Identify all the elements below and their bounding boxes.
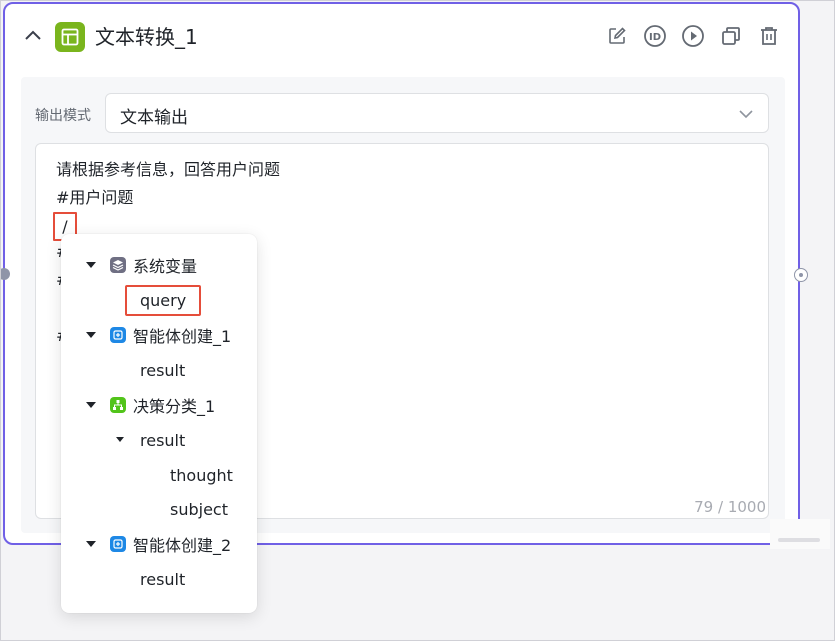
tree-label: query (140, 290, 187, 310)
id-icon[interactable]: ID (642, 23, 668, 49)
svg-text:ID: ID (649, 32, 661, 43)
node-header: 文本转换_1 ID (5, 4, 798, 72)
tree-item-result[interactable]: result (61, 564, 257, 594)
tree-label: result (140, 430, 186, 450)
tree-label: 决策分类_1 (133, 397, 216, 416)
agent-icon (110, 536, 126, 552)
caret-down-icon[interactable] (86, 541, 96, 547)
tree-item-subject[interactable]: subject (61, 494, 257, 524)
tree-group-system-variables[interactable]: 系统变量 (61, 250, 257, 280)
system-variable-icon (110, 257, 126, 273)
tree-label: thought (170, 465, 233, 485)
tree-label: subject (170, 499, 228, 519)
tree-label: 系统变量 (133, 257, 198, 276)
tree-group-classification-1[interactable]: 决策分类_1 (61, 390, 257, 420)
chevron-down-icon (738, 106, 754, 126)
tree-group-agent-2[interactable]: 智能体创建_2 (61, 529, 257, 559)
chevron-up-icon[interactable] (21, 24, 45, 48)
output-mode-select[interactable]: 文本输出 (105, 93, 769, 133)
tree-group-agent-1[interactable]: 智能体创建_1 (61, 320, 257, 350)
output-mode-value: 文本输出 (120, 108, 188, 128)
play-icon[interactable] (680, 23, 706, 49)
agent-icon (110, 327, 126, 343)
edit-icon[interactable] (604, 23, 630, 49)
editor-line: #用户问题 (56, 188, 134, 207)
tree-item-thought[interactable]: thought (61, 460, 257, 490)
tree-item-result[interactable]: result (61, 355, 257, 385)
copy-icon[interactable] (718, 23, 744, 49)
caret-down-icon[interactable] (86, 262, 96, 268)
node-title[interactable]: 文本转换_1 (95, 24, 198, 50)
caret-down-icon[interactable] (86, 332, 96, 338)
tree-label: 智能体创建_1 (133, 327, 232, 346)
text-transform-icon (55, 22, 85, 52)
variable-picker: 系统变量 query 智能体创建_1 result 决策分类_1 result … (61, 234, 257, 613)
char-counter: 79 / 1000 (694, 498, 766, 516)
tree-item-query[interactable]: query (61, 285, 257, 315)
classification-icon (110, 397, 126, 413)
scroll-area (770, 519, 830, 549)
horizontal-scrollbar[interactable] (778, 538, 820, 542)
input-port[interactable] (0, 268, 10, 280)
editor-line: 请根据参考信息，回答用户问题 (56, 160, 281, 179)
tree-label: 智能体创建_2 (133, 536, 232, 555)
tree-label: result (140, 360, 186, 380)
caret-down-icon[interactable] (86, 402, 96, 408)
trash-icon[interactable] (756, 23, 782, 49)
tree-group-result[interactable]: result (61, 425, 257, 455)
node-actions: ID (604, 23, 782, 49)
output-mode-label: 输出模式 (35, 108, 91, 124)
output-port[interactable] (794, 268, 808, 282)
tree-label: result (140, 569, 186, 589)
caret-down-icon[interactable] (116, 437, 124, 442)
